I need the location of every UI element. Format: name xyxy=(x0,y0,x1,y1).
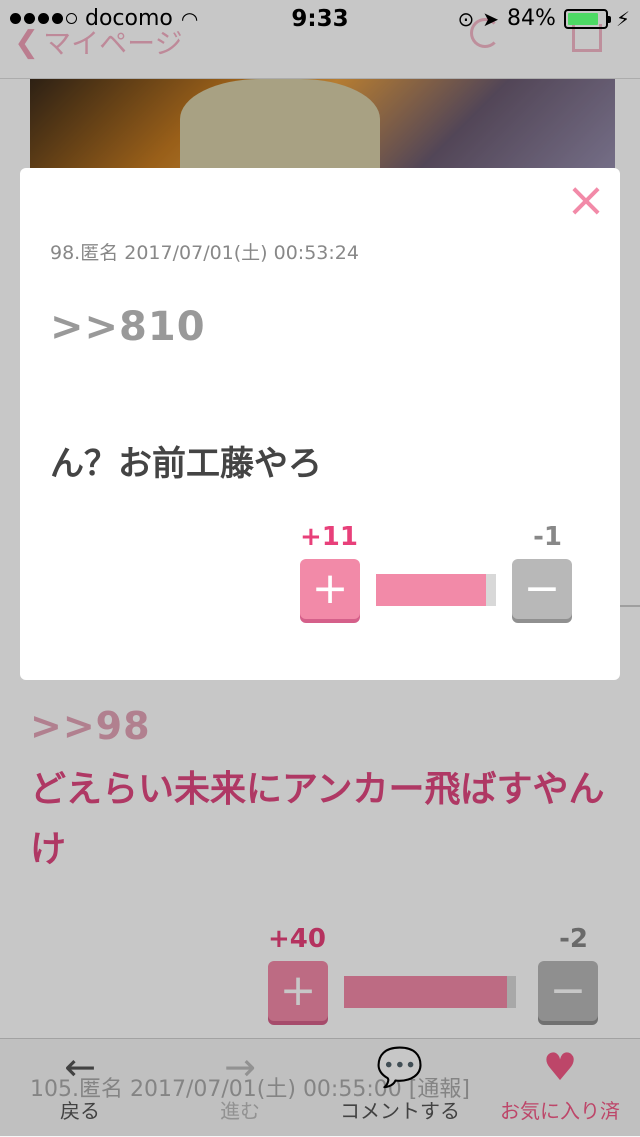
battery-icon xyxy=(563,8,611,29)
battery-percent: 84% xyxy=(507,6,556,31)
comment-popup: × 98.匿名 2017/07/01(土) 00:53:24 >>810 ん？お… xyxy=(20,168,620,680)
comment-meta: 98.匿名 2017/07/01(土) 00:53:24 xyxy=(50,242,359,264)
plus-count: +11 xyxy=(300,522,358,552)
battery-fill xyxy=(567,12,599,25)
plus-button[interactable]: + xyxy=(300,559,360,619)
vote-ratio-fill xyxy=(376,574,487,606)
status-bar: docomo ◠ 9:33 ⊙ ➤ 84% ⚡ xyxy=(0,0,640,40)
vote-ratio-bar xyxy=(376,574,496,606)
minus-count: -1 xyxy=(533,522,562,552)
vote-widget: +11 -1 + − xyxy=(300,522,572,632)
status-right: ⊙ ➤ 84% ⚡ xyxy=(458,6,630,31)
comment-body: ん？お前工藤やろ xyxy=(50,444,322,484)
comment-anchor-link[interactable]: >>810 xyxy=(50,304,206,350)
rotation-lock-icon: ⊙ xyxy=(457,6,475,31)
close-icon[interactable]: × xyxy=(564,176,608,224)
location-icon: ➤ xyxy=(482,6,500,31)
minus-button[interactable]: − xyxy=(512,559,572,619)
charging-icon: ⚡ xyxy=(615,6,630,31)
